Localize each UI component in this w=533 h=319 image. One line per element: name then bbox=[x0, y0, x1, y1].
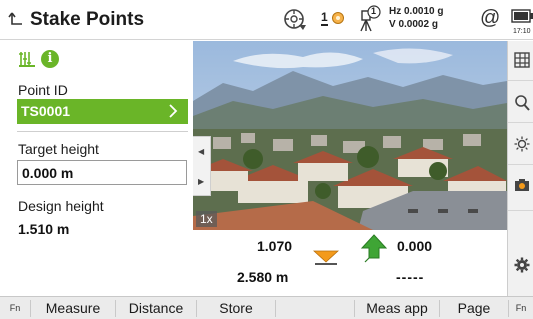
tripod-icon bbox=[360, 5, 381, 32]
design-height-label: Design height bbox=[18, 198, 104, 214]
grid-icon bbox=[514, 52, 530, 68]
camera-image bbox=[193, 41, 507, 230]
back-arrow-icon[interactable] bbox=[8, 10, 24, 28]
zoom-level[interactable]: 1x bbox=[196, 211, 217, 227]
v-readout: V 0.0002 g bbox=[389, 19, 438, 30]
brightness-icon bbox=[514, 136, 530, 152]
distance-button[interactable]: Distance bbox=[116, 297, 196, 319]
gear-icon bbox=[514, 257, 530, 273]
stakeout-readouts: 1.070 0.000 2.580 m ----- bbox=[193, 230, 507, 296]
design-height-value: 1.510 m bbox=[18, 221, 70, 237]
info-icon[interactable]: i bbox=[41, 50, 59, 68]
magnifier-icon bbox=[515, 95, 530, 111]
right-toolbar bbox=[507, 41, 533, 296]
camera-button[interactable] bbox=[508, 167, 533, 211]
brightness-button[interactable] bbox=[508, 125, 533, 165]
face-label: 1 bbox=[371, 6, 377, 16]
camera-view[interactable]: 1x bbox=[193, 41, 507, 230]
chevron-right-icon bbox=[169, 104, 178, 118]
height-value: 2.580 m bbox=[237, 269, 289, 285]
target-height-label: Target height bbox=[18, 141, 99, 157]
point-id-selector[interactable]: TS0001 bbox=[17, 99, 188, 124]
fn-left-key[interactable]: Fn bbox=[0, 297, 30, 319]
move-down-arrow-icon bbox=[313, 250, 339, 265]
meas-app-button[interactable]: Meas app bbox=[355, 297, 439, 319]
empty-softkey[interactable] bbox=[276, 297, 354, 319]
store-button[interactable]: Store bbox=[197, 297, 275, 319]
stakeout-rows-icon[interactable] bbox=[18, 50, 36, 68]
measure-button[interactable]: Measure bbox=[31, 297, 115, 319]
battery-icon[interactable] bbox=[511, 9, 533, 23]
instrument-status-icon[interactable] bbox=[282, 6, 308, 32]
grid-view-button[interactable] bbox=[508, 41, 533, 81]
target-height-value: 0.000 m bbox=[22, 165, 74, 181]
connection-at-icon[interactable]: @ bbox=[480, 6, 500, 30]
point-id-label: Point ID bbox=[18, 82, 68, 98]
title-bar: Stake Points 1 1 Hz 0.0010 g V 0.0002 g … bbox=[0, 0, 533, 40]
softkey-bar: Fn Measure Distance Store Meas app Page … bbox=[0, 296, 533, 319]
face-status-icon[interactable]: 1 bbox=[357, 5, 381, 38]
clock-time: 17:10 bbox=[513, 28, 531, 35]
divider bbox=[17, 131, 188, 132]
point-id-value: TS0001 bbox=[21, 103, 71, 119]
camera-icon bbox=[515, 179, 529, 191]
camera-side-handle[interactable]: ◀ ▶ bbox=[193, 136, 211, 196]
stakeout-left-panel: i Point ID TS0001 Target height 0.000 m … bbox=[0, 41, 193, 296]
arrow-left-icon: ◀ bbox=[198, 147, 205, 156]
height-difference-value: 1.070 bbox=[257, 238, 293, 254]
hz-readout: Hz 0.0010 g bbox=[389, 6, 444, 17]
target-height-input[interactable]: 0.000 m bbox=[17, 160, 187, 185]
fn-right-key[interactable]: Fn bbox=[509, 297, 533, 319]
distance-value: ----- bbox=[396, 269, 425, 285]
prism-icon bbox=[332, 12, 344, 24]
zoom-button[interactable] bbox=[508, 83, 533, 123]
prism-label: 1 bbox=[321, 10, 328, 26]
page-title: Stake Points bbox=[30, 9, 145, 30]
page-button[interactable]: Page bbox=[440, 297, 508, 319]
arrow-right-icon: ▶ bbox=[198, 177, 205, 186]
settings-button[interactable] bbox=[508, 246, 533, 286]
offset-value: 0.000 bbox=[397, 238, 433, 254]
move-forward-arrow-icon bbox=[360, 234, 388, 263]
